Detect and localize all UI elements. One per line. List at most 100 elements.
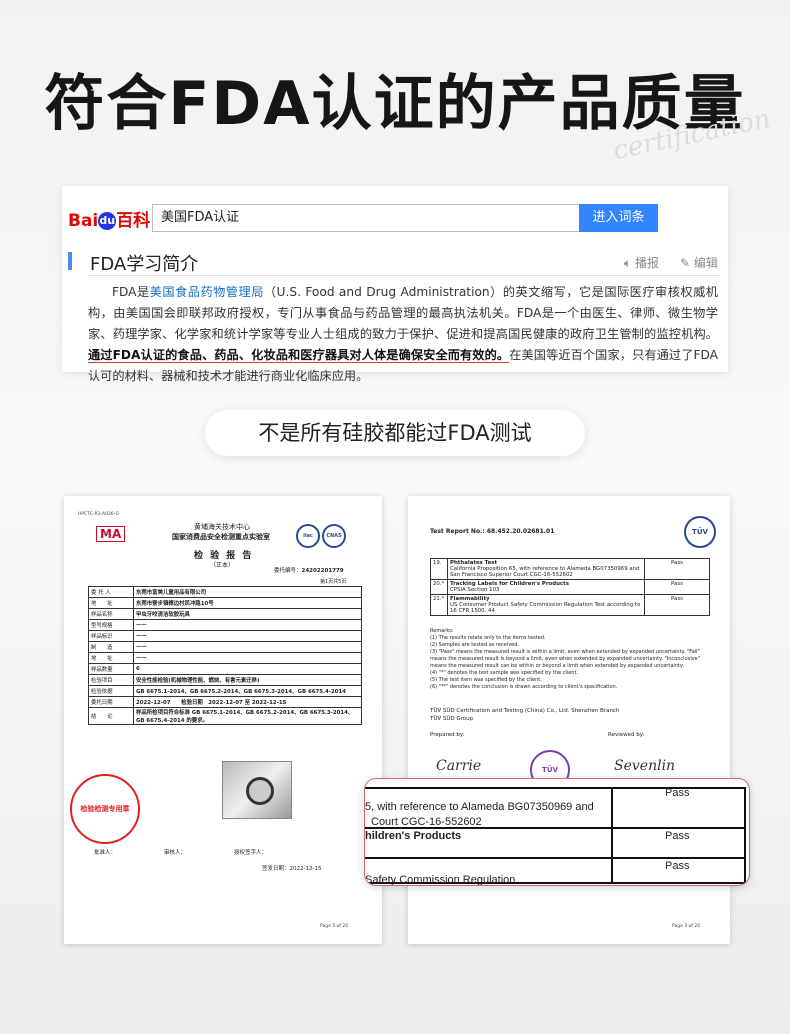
- row-label: 检验依据: [88, 685, 134, 697]
- row-value: 东莞市寮步镇樟边村凤冲路10号: [133, 597, 362, 609]
- reviewer-label: 审核人：: [164, 850, 187, 856]
- report-info-row: 检验项目 安全性能检验(机械物理性能、燃烧、有害元素迁移): [88, 674, 362, 686]
- section-title: FDA学习简介: [90, 254, 199, 275]
- fda-link[interactable]: 美国食品药物管理局: [150, 285, 264, 299]
- row-label: 样品标识: [88, 630, 134, 642]
- paw-icon: du: [98, 212, 117, 230]
- remark-line: (2) Samples are tested as received.: [430, 642, 520, 648]
- report-info-row: 样品标识 ——: [88, 630, 362, 642]
- report-info-row: 型号规格 ——: [88, 619, 362, 631]
- row-label: 委 托 人: [88, 586, 134, 598]
- row-result: Pass: [644, 579, 710, 595]
- report-info-row: 地 址 ——: [88, 652, 362, 664]
- test-result-row: 19. Phthalates Test California Proposition…: [430, 558, 710, 580]
- listen-button[interactable]: 🔈︎ 播报: [624, 254, 659, 271]
- row-label: 地 址: [88, 597, 134, 609]
- row-result: Pass: [644, 594, 710, 616]
- row-value: 甲虫牙咬清洁软胶玩具: [133, 608, 362, 620]
- test-result-row: 21.* Flammability US Consumer Product Safe…: [430, 594, 710, 616]
- zoom-row3-text: Safety Commission Regulation: [365, 874, 516, 886]
- authorized-signer-label: 授权签字人：: [234, 850, 268, 856]
- remark-line: (5) The test item was specified by the c…: [430, 677, 542, 683]
- row-label: 型号规格: [88, 619, 134, 631]
- left-footer-page: Page 5 of 20: [320, 924, 349, 929]
- row-value: ——: [133, 652, 362, 664]
- test-result-row: 20.* Tracking Labels for Children's Produ…: [430, 579, 710, 595]
- test-report-number: Test Report No.: 68.452.20.02681.01: [430, 528, 555, 535]
- enter-entry-button[interactable]: 进入词条: [579, 204, 658, 232]
- row-number: 21.*: [430, 594, 448, 616]
- company-group: TÜV SÜD Group: [430, 716, 474, 722]
- row-label: 样品名称: [88, 608, 134, 620]
- zoom-pass-3: Pass: [665, 860, 690, 872]
- report-info-row: 地 址东莞市寮步镇樟边村凤冲路10号: [88, 597, 362, 609]
- row-value: 6: [133, 663, 362, 675]
- zoom-row1-line2: Court CGC-16-552602: [371, 816, 482, 828]
- signature-reviewed: Sevenlin: [614, 758, 676, 774]
- report-info-row: 委 托 人东莞市富美儿童用品有限公司: [88, 586, 362, 598]
- section-divider: [88, 275, 720, 276]
- row-description: Phthalates Test California Proposition 65…: [447, 558, 645, 580]
- row-number: 20.*: [430, 579, 448, 595]
- report-subtitle: （正本）: [210, 562, 235, 569]
- zoomed-table-callout: 5, with reference to Alameda BG07350969 …: [364, 778, 750, 886]
- sample-product-image: [246, 777, 274, 805]
- report-info-row: 委托日期 2022-12-07 检验日期 2022-12-07 至 2022-12…: [88, 696, 362, 708]
- row-description: Tracking Labels for Children's Products C…: [447, 579, 645, 595]
- signature-prepared: Carrie: [436, 758, 482, 774]
- search-input[interactable]: 美国FDA认证: [152, 204, 587, 232]
- row-label: 制 造: [88, 641, 134, 653]
- company-name: TÜV SÜD Certification and Testing (China…: [430, 708, 620, 714]
- right-footer-page: Page 3 of 20: [672, 924, 701, 929]
- report-info-row: 检验依据 GB 6675.1-2014、GB 6675.2-2014、GB 667…: [88, 685, 362, 697]
- reviewed-by-label: Reviewed by:: [608, 732, 645, 738]
- row-value: ——: [133, 630, 362, 642]
- zoom-row1-line1: 5, with reference to Alameda BG07350969 …: [365, 801, 594, 813]
- pencil-icon: ✎: [680, 256, 691, 270]
- remark-line: (1) The results relate only to the items…: [430, 635, 546, 641]
- zoom-pass-2: Pass: [665, 830, 690, 842]
- row-label: 委托日期: [88, 696, 134, 708]
- row-value: 东莞市富美儿童用品有限公司: [133, 586, 362, 598]
- row-label: 样品数量: [88, 663, 134, 675]
- test-results-table: 19. Phthalates Test California Proposition…: [430, 558, 710, 616]
- report-info-row: 结 论样品所检项目符合标准 GB 6675.1-2014、GB 6675.2-2…: [88, 707, 362, 725]
- section-accent-bar: [68, 252, 72, 270]
- remark-line: (6) "**" denotes the conclusion is drawn…: [430, 684, 618, 690]
- remark-line: (3) "Pass" means the measured result is …: [430, 649, 701, 669]
- highlighted-sentence: 通过FDA认证的食品、药品、化妆品和医疗器具对人体是确保安全而有效的。: [88, 348, 510, 363]
- row-value: ——: [133, 619, 362, 631]
- report-info-row: 样品名称 甲虫牙咬清洁软胶玩具: [88, 608, 362, 620]
- cnas-logo: CNAS: [322, 524, 346, 548]
- cma-logo: MA: [96, 526, 126, 542]
- report-number: 委托编号：24202201779: [274, 568, 344, 574]
- page-indicator: 第1页共5页: [320, 579, 347, 585]
- row-label: 地 址: [88, 652, 134, 664]
- approver-label: 批准人：: [94, 850, 117, 856]
- report-info-row: 制 造 ——: [88, 641, 362, 653]
- ilac-logo: ilac: [296, 524, 320, 548]
- row-label: 结 论: [88, 707, 134, 725]
- zoom-pass-1: Pass: [665, 787, 690, 799]
- remarks-block: Remarks: (1) The results relate only to …: [430, 628, 712, 691]
- report-info-row: 样品数量 6: [88, 663, 362, 675]
- inspection-report-left: HPCTC-R1-A026-G MA 黄埔海关技术中心 国家消费品安全检测重点实…: [64, 496, 382, 944]
- subtitle-pill: 不是所有硅胶都能过FDA测试: [205, 410, 585, 456]
- baidu-baike-logo[interactable]: Baidu百科: [68, 206, 150, 231]
- form-code: HPCTC-R1-A026-G: [78, 512, 119, 517]
- org-name: 黄埔海关技术中心: [194, 523, 250, 531]
- prepared-by-label: Prepared by:: [430, 732, 465, 738]
- edit-button[interactable]: ✎ 编辑: [680, 254, 718, 271]
- issue-date: 签发日期：2022-12-15: [262, 866, 322, 872]
- lab-name: 国家消费品安全检测重点实验室: [172, 533, 270, 541]
- report-info-table: 委 托 人东莞市富美儿童用品有限公司地 址东莞市寮步镇樟边村凤冲路10号 样品名称…: [88, 586, 362, 725]
- row-value: 安全性能检验(机械物理性能、燃烧、有害元素迁移): [133, 674, 362, 686]
- row-result: Pass: [644, 558, 710, 580]
- row-value: GB 6675.1-2014、GB 6675.2-2014、GB 6675.3-…: [133, 685, 362, 697]
- zoom-row2-text: hildren's Products: [365, 830, 462, 842]
- row-value: 样品所检项目符合标准 GB 6675.1-2014、GB 6675.2-2014…: [133, 707, 362, 725]
- row-number: 19.: [430, 558, 448, 580]
- row-label: 检验项目: [88, 674, 134, 686]
- inspection-stamp: 检验检测专用章: [70, 774, 140, 844]
- speaker-icon: 🔈︎: [624, 256, 632, 270]
